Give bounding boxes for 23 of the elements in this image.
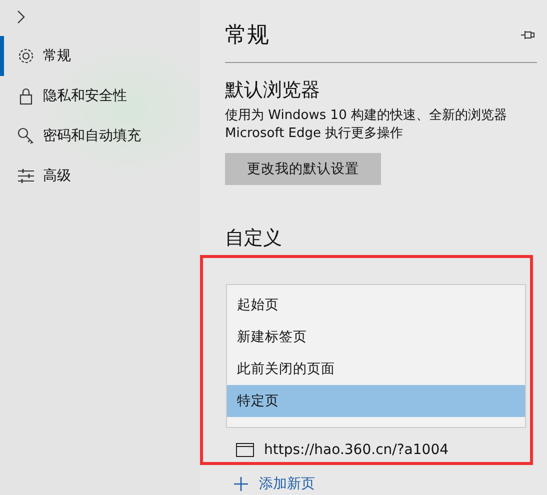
plus-icon (233, 476, 249, 492)
description-text: 使用为 Windows 10 构建的快速、全新的浏览器 Microsoft Edge 执行更多操作 (225, 107, 508, 143)
sidebar-item[interactable]: 常规 (0, 36, 200, 76)
sidebar-item[interactable]: 高级 (0, 156, 200, 196)
page-title: 常规 (225, 22, 269, 50)
pin-icon[interactable] (521, 30, 535, 40)
dropdown-option[interactable]: 特定页 (227, 385, 525, 417)
expand-icon[interactable] (17, 10, 25, 24)
section-heading: 自定义 (225, 226, 283, 251)
dropdown-option[interactable]: 此前关闭的页面 (227, 353, 525, 385)
add-page-link[interactable]: 添加新页 (233, 475, 315, 493)
dropdown-option[interactable]: 新建标签页 (227, 321, 525, 353)
sliders-icon (17, 167, 35, 185)
section-heading: 默认浏览器 (225, 78, 321, 103)
settings-icon (17, 47, 35, 65)
sidebar-item[interactable]: 密码和自动填充 (0, 116, 200, 156)
page-url: https://hao.360.cn/?a1004 (264, 442, 449, 458)
sidebar-item[interactable]: 隐私和安全性 (0, 76, 200, 116)
page-icon (236, 443, 254, 457)
change-default-button[interactable]: 更改我的默认设置 (225, 153, 381, 185)
dropdown-option[interactable]: 起始页 (227, 289, 525, 321)
lock-icon (17, 87, 35, 105)
key-icon (17, 127, 35, 145)
